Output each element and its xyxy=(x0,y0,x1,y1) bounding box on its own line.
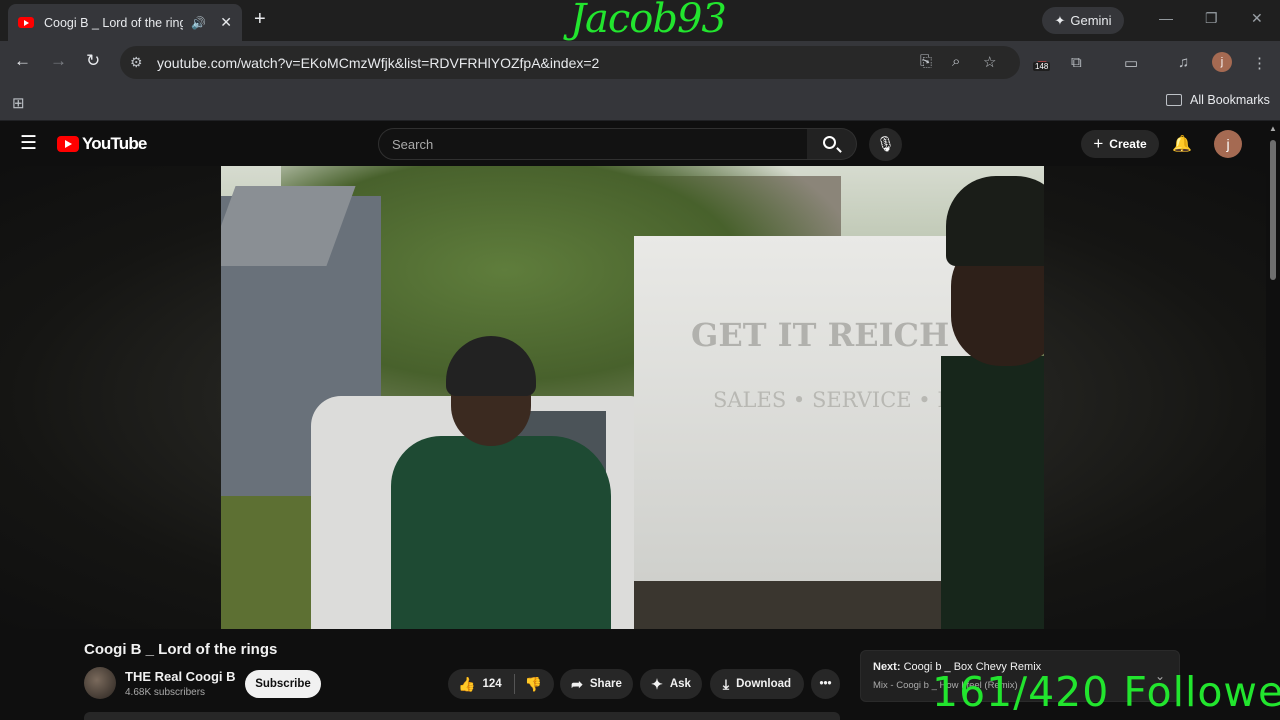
youtube-play-icon xyxy=(57,136,79,152)
search-placeholder: Search xyxy=(392,137,434,152)
minimize-icon[interactable]: — xyxy=(1159,10,1173,26)
scroll-thumb[interactable] xyxy=(1270,140,1276,280)
folder-icon xyxy=(1166,94,1182,106)
video-title: Coogi B _ Lord of the rings xyxy=(84,641,278,658)
person-right-jacket xyxy=(941,356,1044,629)
all-bookmarks-button[interactable]: All Bookmarks xyxy=(1166,93,1270,107)
thumbs-up-icon[interactable]: 👍 xyxy=(458,676,475,693)
download-label: Download xyxy=(736,678,792,690)
more-actions-button[interactable]: ••• xyxy=(811,669,840,699)
all-bookmarks-label: All Bookmarks xyxy=(1190,93,1270,107)
media-control-icon[interactable]: ♫ xyxy=(1178,54,1189,71)
youtube-logo-text: YouTube xyxy=(82,134,147,153)
browser-tab[interactable]: Coogi B _ Lord of the rings 🔊 ✕ xyxy=(8,4,242,41)
watermark-text: Jacob93 xyxy=(570,0,727,42)
create-label: Create xyxy=(1109,137,1147,151)
tab-title: Coogi B _ Lord of the rings xyxy=(44,15,184,30)
close-icon[interactable]: ✕ xyxy=(220,14,232,31)
sparkle-icon: ✦ xyxy=(1054,12,1066,28)
share-arrow-icon: ➦ xyxy=(571,675,583,692)
forward-arrow-icon[interactable]: → xyxy=(50,51,67,71)
truck-sign-subtext: SALES • SERVICE • PA xyxy=(713,388,965,412)
share-button[interactable]: ➦ Share xyxy=(560,669,633,699)
bookmarks-bar: ⊞ All Bookmarks xyxy=(0,85,1280,121)
truck-sign-text: GET IT REICH xyxy=(691,316,950,354)
tab-search-icon[interactable]: ▭ xyxy=(1124,54,1138,72)
youtube-logo[interactable]: YouTube xyxy=(57,134,147,154)
apps-grid-icon[interactable]: ⊞ xyxy=(12,94,25,112)
channel-avatar[interactable] xyxy=(84,667,116,699)
person-right-hat xyxy=(946,176,1044,266)
kebab-menu-icon[interactable]: ⋮ xyxy=(1252,54,1267,72)
install-app-icon[interactable]: ⎘ xyxy=(920,53,932,70)
site-info-icon[interactable]: ⚙ xyxy=(130,54,143,71)
video-person-right xyxy=(941,166,1044,629)
url-text[interactable]: youtube.com/watch?v=EKoMCmzWfjk&list=RDV… xyxy=(157,55,599,71)
reload-icon[interactable]: ↻ xyxy=(86,51,100,71)
zoom-icon[interactable]: ⌕ xyxy=(952,53,960,70)
hamburger-menu-icon[interactable]: ☰ xyxy=(20,132,37,155)
person-left-jacket xyxy=(391,436,611,629)
search-icon xyxy=(823,136,836,149)
search-button[interactable] xyxy=(807,128,857,160)
bell-icon[interactable]: 🔔 xyxy=(1172,134,1192,154)
sparkle-icon: ✦ xyxy=(651,675,663,692)
youtube-header: ☰ YouTube Search 🎙 + Create 🔔 j xyxy=(0,122,1266,166)
plus-icon: + xyxy=(1093,134,1104,153)
back-arrow-icon[interactable]: ← xyxy=(14,51,31,71)
channel-name[interactable]: THE Real Coogi B xyxy=(125,669,236,684)
scroll-up-icon[interactable]: ▲ xyxy=(1269,124,1277,133)
youtube-favicon-icon xyxy=(18,17,34,28)
address-bar[interactable]: ⚙ youtube.com/watch?v=EKoMCmzWfjk&list=R… xyxy=(120,46,1020,79)
download-button[interactable]: ⤓ Download xyxy=(710,669,804,699)
next-prefix: Next: xyxy=(873,661,901,673)
browser-tab-strip: Coogi B _ Lord of the rings 🔊 ✕ + Jacob9… xyxy=(0,0,1280,42)
description-box-edge xyxy=(84,712,840,720)
microphone-icon[interactable]: 🎙 xyxy=(869,128,902,161)
ask-button[interactable]: ✦ Ask xyxy=(640,669,702,699)
video-player[interactable]: GET IT REICH SALES • SERVICE • PA xyxy=(221,166,1044,629)
create-button[interactable]: + Create xyxy=(1081,130,1159,158)
download-icon: ⤓ xyxy=(722,675,730,692)
avatar[interactable]: j xyxy=(1214,130,1242,158)
thumbs-down-icon[interactable]: 👎 xyxy=(525,676,542,693)
followers-overlay: 161/420 Followers xyxy=(932,668,1280,716)
browser-toolbar: ← → ↻ ⚙ youtube.com/watch?v=EKoMCmzWfjk&… xyxy=(0,41,1280,85)
window-close-icon[interactable]: ✕ xyxy=(1251,10,1263,27)
share-label: Share xyxy=(589,678,622,690)
subscriber-count: 4.68K subscribers xyxy=(125,687,206,698)
ask-label: Ask xyxy=(669,678,691,690)
puzzle-icon[interactable]: ⧉ xyxy=(1071,54,1082,71)
like-count[interactable]: 124 xyxy=(482,678,501,690)
like-divider xyxy=(513,674,515,694)
speaker-icon[interactable]: 🔊 xyxy=(191,16,206,30)
plus-icon[interactable]: + xyxy=(254,8,266,31)
page-scrollbar[interactable]: ▲ xyxy=(1266,122,1280,720)
subscribe-button[interactable]: Subscribe xyxy=(245,670,321,698)
gemini-button[interactable]: ✦ Gemini xyxy=(1042,7,1124,34)
like-dislike-group: 👍 124 👎 xyxy=(448,669,554,699)
search-input[interactable]: Search xyxy=(378,128,808,160)
video-truck-chassis xyxy=(634,581,984,629)
more-dots-icon: ••• xyxy=(819,678,832,690)
restore-icon[interactable]: ❐ xyxy=(1205,10,1218,27)
gemini-label: Gemini xyxy=(1070,13,1112,28)
profile-avatar-small[interactable]: j xyxy=(1212,52,1232,72)
extension-badge: 148 xyxy=(1033,62,1051,71)
video-person-left xyxy=(381,336,611,629)
bookmark-star-icon[interactable]: ☆ xyxy=(983,53,996,71)
